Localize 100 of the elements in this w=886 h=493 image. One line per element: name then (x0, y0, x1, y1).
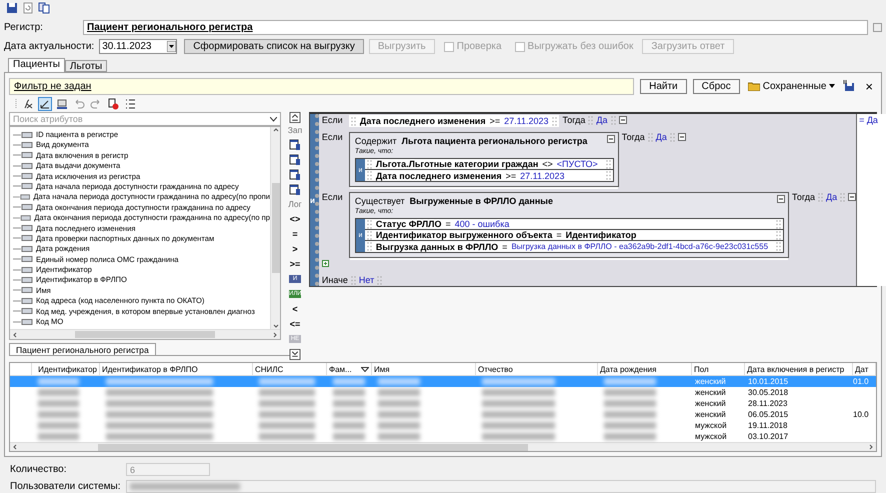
condition-row[interactable]: Статус ФРЛЛО = 400 - ошибка (364, 219, 784, 230)
grip-icon[interactable] (776, 220, 782, 229)
grip-icon[interactable] (648, 132, 653, 142)
grip-icon[interactable] (366, 230, 372, 240)
grip-icon[interactable] (610, 116, 616, 125)
formula-icon[interactable] (22, 98, 34, 110)
delete-icon[interactable] (107, 98, 119, 110)
filter-link[interactable]: Фильтр не задан (14, 80, 92, 92)
field-button[interactable] (873, 22, 882, 32)
collapse-icon[interactable] (678, 133, 686, 142)
attribute-icon (13, 132, 33, 138)
condition-field[interactable]: Дата последнего изменения >= 27.11.2023 (348, 115, 560, 128)
close-button[interactable]: × (861, 78, 877, 94)
attribute-icon (13, 318, 33, 325)
collapse-icon[interactable] (606, 135, 615, 144)
grip-icon[interactable] (588, 116, 594, 125)
date-field[interactable]: 30.11.2023 (99, 39, 178, 54)
grip-icon[interactable] (818, 192, 823, 202)
grip-icon[interactable] (350, 276, 356, 285)
collapse-icon[interactable] (848, 193, 856, 202)
blurred-text (333, 400, 364, 408)
operator-button[interactable]: <> (287, 212, 303, 226)
blurred-text (378, 400, 420, 408)
tab[interactable]: Пациент регионального регистра (9, 343, 156, 356)
operator-button[interactable]: < (287, 302, 303, 316)
grip-icon[interactable] (776, 242, 782, 252)
table-row[interactable]: женский 30.05.2018 (10, 387, 876, 398)
condition-row[interactable]: Льгота.Льготные категории граждан <> <ПУСТО> (364, 159, 613, 170)
condition-row[interactable]: Выгрузка данных в ФРЛЛО = Выгрузка данных в ФРЛЛО - ea362a9b-2df1-4bcd-a76c-9e23c031c555 (364, 241, 784, 252)
attribute-icon (13, 266, 33, 273)
add-icon[interactable] (322, 260, 329, 268)
action-button[interactable]: Сформировать список на выгрузку (184, 39, 364, 54)
export-icon[interactable] (56, 98, 68, 110)
grip-icon[interactable] (552, 116, 558, 126)
copy-icon[interactable] (38, 2, 50, 14)
redo-icon[interactable] (90, 98, 102, 110)
table-tool-icon[interactable] (289, 154, 301, 166)
table-row[interactable]: женский 06.05.2015 10.0 (10, 409, 876, 420)
result-value[interactable]: Да (656, 132, 667, 142)
save-filter-icon[interactable] (843, 80, 856, 92)
tab[interactable]: Пациенты (8, 58, 65, 72)
grip-icon[interactable] (606, 171, 611, 180)
condition-row[interactable]: Дата последнего изменения >= 27.11.2023 (364, 170, 613, 182)
register-field[interactable]: Пациент регионального регистра (83, 20, 868, 35)
table-tool-icon[interactable] (289, 169, 301, 182)
dropdown-icon[interactable] (167, 41, 176, 52)
attribute-icon (13, 225, 33, 232)
table-tool-icon[interactable] (289, 139, 301, 152)
operator-button[interactable]: >= (287, 257, 303, 272)
collapse-icon[interactable] (777, 195, 786, 204)
table-row[interactable]: женский 28.11.2023 (10, 398, 876, 410)
chevron-down-icon[interactable] (270, 116, 277, 122)
grip-icon[interactable] (366, 220, 372, 229)
save-icon[interactable] (6, 2, 18, 14)
tab[interactable]: Льготы (64, 60, 108, 72)
grip-icon[interactable] (350, 116, 356, 126)
grip-icon[interactable] (840, 192, 846, 202)
result-value[interactable]: Нет (358, 275, 374, 286)
result-value[interactable]: Да (596, 115, 608, 126)
undo-icon[interactable] (73, 98, 85, 110)
scrollbar[interactable] (270, 127, 280, 330)
move-up-icon[interactable] (288, 112, 302, 124)
grip-icon[interactable] (776, 230, 782, 240)
refresh-icon[interactable] (22, 2, 34, 14)
list-icon[interactable] (124, 98, 136, 110)
attribute-icon (13, 246, 33, 252)
table-cell-text: 28.11.2023 (747, 399, 788, 408)
grip-icon[interactable] (377, 276, 382, 285)
saved-filters-button[interactable]: Сохраненные (746, 80, 838, 92)
scrollbar[interactable] (10, 329, 280, 340)
field-label: Пользователи системы: (10, 481, 122, 492)
attribute-icon (13, 235, 33, 242)
attribute-icon (13, 287, 33, 294)
if-label: Если (322, 132, 344, 142)
edit-icon[interactable] (39, 98, 51, 110)
condition-row[interactable]: Идентификатор выгруженного объекта = Идентификатор (364, 230, 784, 242)
quantifier-label: Существует (354, 196, 405, 206)
group-operator[interactable]: и (310, 114, 319, 286)
grip-icon[interactable] (606, 160, 611, 169)
scrollbar[interactable] (10, 442, 876, 452)
table-row[interactable]: мужской 19.11.2018 (10, 420, 876, 432)
grip-icon[interactable] (670, 132, 675, 142)
entity-name: Выгруженные в ФРЛЛО данные (410, 196, 553, 206)
table-tool-icon[interactable] (289, 184, 301, 196)
field-label: Дата актуальности: (4, 41, 94, 52)
table-cell-text: 01.0 (853, 377, 870, 386)
operator-button[interactable]: > (287, 242, 303, 256)
result-value: = Да (857, 114, 886, 286)
table-row[interactable]: мужской 03.10.2017 (10, 431, 876, 442)
grip-icon[interactable] (366, 242, 372, 252)
operator-button[interactable]: = (287, 227, 303, 242)
operator-button[interactable]: <= (287, 317, 303, 332)
grip-icon[interactable] (366, 171, 372, 180)
result-value[interactable]: Да (826, 192, 838, 202)
grip-icon[interactable] (366, 160, 372, 169)
move-down-icon[interactable] (288, 349, 302, 360)
filter-button[interactable]: Найти (640, 78, 687, 94)
collapse-icon[interactable] (618, 116, 627, 124)
table-cell-text: 10.0 (853, 410, 870, 420)
filter-button[interactable]: Сброс (692, 78, 740, 94)
